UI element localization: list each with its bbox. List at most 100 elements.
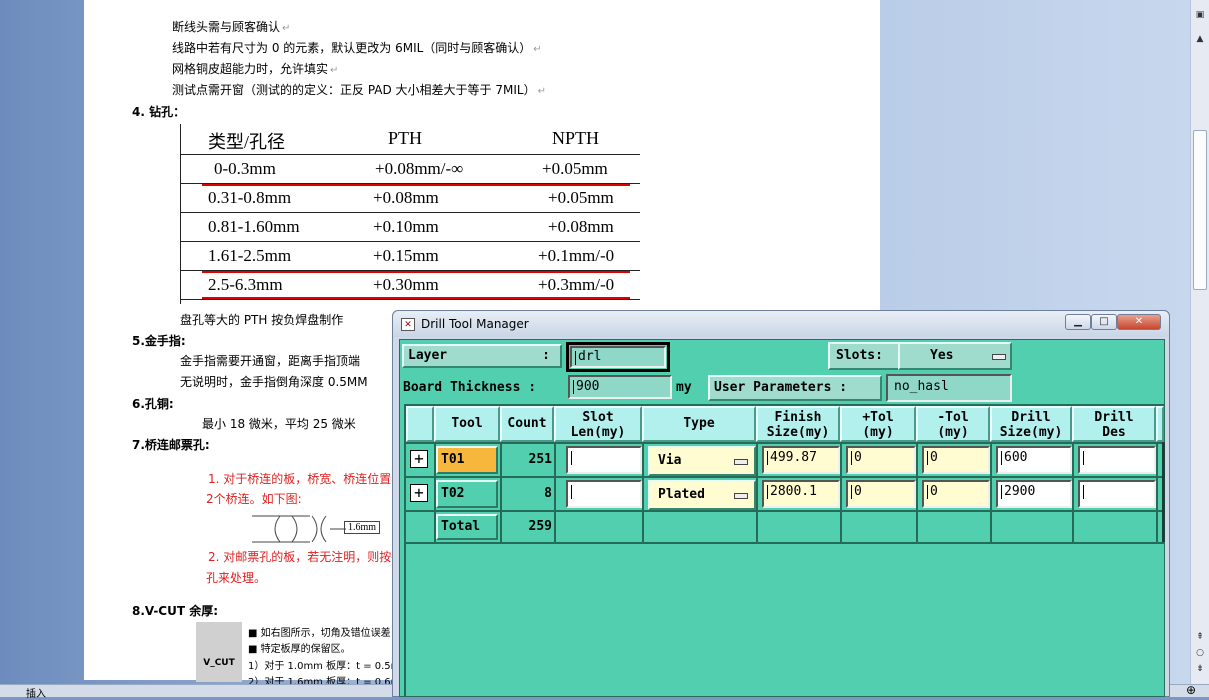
- scroll-up-icon[interactable]: ▲: [1194, 34, 1206, 46]
- dialog-title: Drill Tool Manager: [421, 317, 529, 331]
- expand-row-button[interactable]: +: [410, 484, 428, 502]
- count-cell: 8: [544, 486, 552, 501]
- doc-line: 孔来处理。: [206, 571, 267, 585]
- plus-tol-input[interactable]: 0: [846, 480, 916, 508]
- layer-field-focus: drl: [566, 342, 670, 372]
- table-header: Type: [642, 406, 756, 442]
- type-dropdown[interactable]: Via: [648, 446, 756, 476]
- section-heading-6: 6.孔铜:: [132, 397, 174, 411]
- table-header: PTH: [388, 128, 423, 148]
- table-row: 0.31-0.8mm +0.08mm +0.05mm: [180, 184, 640, 213]
- red-underline: [202, 184, 630, 186]
- doc-line: ■ 特定板厚的保留区。: [248, 644, 351, 655]
- table-header: [406, 406, 434, 442]
- option-menu-indicator-icon: [992, 354, 1006, 360]
- slot-len-input[interactable]: [566, 446, 642, 474]
- dimension-label: 1.6mm: [344, 521, 381, 534]
- drill-des-input[interactable]: [1078, 480, 1156, 508]
- table-header: NPTH: [552, 128, 600, 148]
- drill-size-input[interactable]: 2900: [996, 480, 1072, 508]
- minus-tol-input[interactable]: 0: [922, 480, 990, 508]
- layer-label: Layer: [408, 348, 448, 363]
- layer-colon: :: [542, 348, 550, 363]
- table-header: 类型/孔径: [208, 132, 286, 152]
- table-header: Count: [500, 406, 554, 442]
- finish-size-input[interactable]: 499.87: [762, 446, 840, 474]
- doc-line: 金手指需要开通窗，距离手指顶端: [180, 354, 361, 368]
- table-header: +Tol (my): [840, 406, 916, 442]
- expand-row-button[interactable]: +: [410, 450, 428, 468]
- zoom-in-icon[interactable]: ⊕: [1186, 683, 1196, 697]
- tool-button-t01[interactable]: T01: [436, 446, 498, 474]
- next-page-icon[interactable]: ⇟: [1194, 664, 1206, 676]
- app-icon: ✕: [401, 318, 415, 331]
- maximize-button[interactable]: □: [1091, 314, 1117, 330]
- type-dropdown[interactable]: Plated: [648, 480, 756, 510]
- red-underline: [202, 297, 630, 299]
- table-header: Slot Len(my): [554, 406, 642, 442]
- doc-line: 线路中若有尺寸为 0 的元素，默认更改为 6MIL（同时与顾客确认） ↵: [172, 41, 542, 55]
- minimize-button[interactable]: ▁: [1065, 314, 1091, 330]
- option-menu-indicator-icon: [734, 459, 748, 465]
- tool-button-t02[interactable]: T02: [436, 480, 498, 508]
- slot-len-input[interactable]: [566, 480, 642, 508]
- doc-line: 网格铜皮超能力时，允许填实 ↵: [172, 62, 339, 76]
- board-thickness-unit: my: [676, 380, 692, 395]
- table-row: 0.81-1.60mm +0.10mm +0.08mm: [180, 213, 640, 242]
- table-header: Drill Size(my): [990, 406, 1072, 442]
- count-cell: 251: [528, 452, 552, 467]
- red-underline: [202, 271, 630, 273]
- board-thickness-input[interactable]: 900: [568, 375, 672, 399]
- slots-dropdown[interactable]: Yes: [898, 342, 1012, 370]
- drill-tool-manager-dialog: ✕ Drill Tool Manager ▁ □ ✕ Layer : drl S…: [392, 310, 1170, 697]
- slots-label: Slots:: [828, 342, 900, 370]
- doc-line: 1. 对于桥连的板，桥宽、桥连位置若: [208, 472, 404, 486]
- table-row: 0-0.3mm +0.08mm/-∞ +0.05mm: [180, 155, 640, 184]
- doc-line: 2. 对邮票孔的板，若无注明，则按孔: [208, 550, 404, 564]
- option-menu-indicator-icon: [734, 493, 748, 499]
- doc-line: 断线头需与顾客确认 ↵: [172, 20, 291, 34]
- table-header: Drill Des: [1072, 406, 1156, 442]
- insert-mode-indicator[interactable]: 插入: [26, 685, 46, 700]
- plus-tol-input[interactable]: 0: [846, 446, 916, 474]
- drill-tolerance-table: 类型/孔径 PTH NPTH 0-0.3mm +0.08mm/-∞ +0.05m…: [180, 124, 642, 306]
- table-row: 2.5-6.3mm +0.30mm +0.3mm/-0: [180, 271, 640, 300]
- table-header: Finish Size(my): [756, 406, 840, 442]
- pad-note: 盘孔等大的 PTH 按负焊盘制作: [180, 313, 344, 327]
- layer-button[interactable]: Layer :: [402, 344, 562, 368]
- scroll-thumb[interactable]: [1193, 130, 1207, 290]
- dialog-body: Layer : drl Slots: Yes Board Thickness :…: [399, 339, 1165, 697]
- drill-des-input[interactable]: [1078, 446, 1156, 474]
- ruler-toggle-icon[interactable]: ▣: [1194, 10, 1206, 22]
- table-header: [1156, 406, 1164, 442]
- layer-input[interactable]: drl: [570, 346, 666, 368]
- close-button[interactable]: ✕: [1117, 314, 1161, 330]
- table-header: -Tol (my): [916, 406, 990, 442]
- table-row: 1.61-2.5mm +0.15mm +0.1mm/-0: [180, 242, 640, 271]
- total-label: Total: [436, 514, 498, 540]
- doc-line: 最小 18 微米，平均 25 微米: [202, 417, 356, 431]
- user-parameters-input[interactable]: no_hasl: [886, 374, 1012, 402]
- total-count: 259: [528, 519, 552, 534]
- tool-table: Tool Count Slot Len(my) Type Finish Size(m…: [404, 404, 1165, 696]
- select-browse-object-icon[interactable]: ○: [1194, 648, 1206, 660]
- section-heading-7: 7.桥连邮票孔:: [132, 438, 210, 452]
- table-header: Tool: [434, 406, 500, 442]
- dialog-titlebar[interactable]: ✕ Drill Tool Manager ▁ □ ✕: [393, 311, 1169, 337]
- doc-line: 2个桥连。如下图:: [206, 492, 302, 506]
- previous-page-icon[interactable]: ⇞: [1194, 632, 1206, 644]
- user-parameters-button[interactable]: User Parameters :: [708, 375, 882, 401]
- section-heading-8: 8.V-CUT 余厚:: [132, 604, 219, 618]
- finish-size-input[interactable]: 2800.1: [762, 480, 840, 508]
- vcut-label: V_CUT: [196, 622, 242, 682]
- drill-size-input[interactable]: 600: [996, 446, 1072, 474]
- board-thickness-label: Board Thickness :: [403, 380, 537, 395]
- doc-line: 无说明时，金手指倒角深度 0.5MM: [180, 375, 368, 389]
- vertical-scrollbar[interactable]: ▣ ▲ ⇞ ○ ⇟: [1190, 0, 1209, 684]
- section-heading-5: 5.金手指:: [132, 334, 186, 348]
- section-heading-4: 4. 钻孔：: [132, 105, 186, 119]
- doc-line: 测试点需开窗（测试的的定义：正反 PAD 大小相差大于等于 7MIL） ↵: [172, 83, 546, 97]
- doc-line: 1）对于 1.0mm 板厚：t = 0.5mm: [248, 661, 411, 672]
- doc-line: ■ 如右图所示，切角及错位误差: [248, 628, 391, 639]
- minus-tol-input[interactable]: 0: [922, 446, 990, 474]
